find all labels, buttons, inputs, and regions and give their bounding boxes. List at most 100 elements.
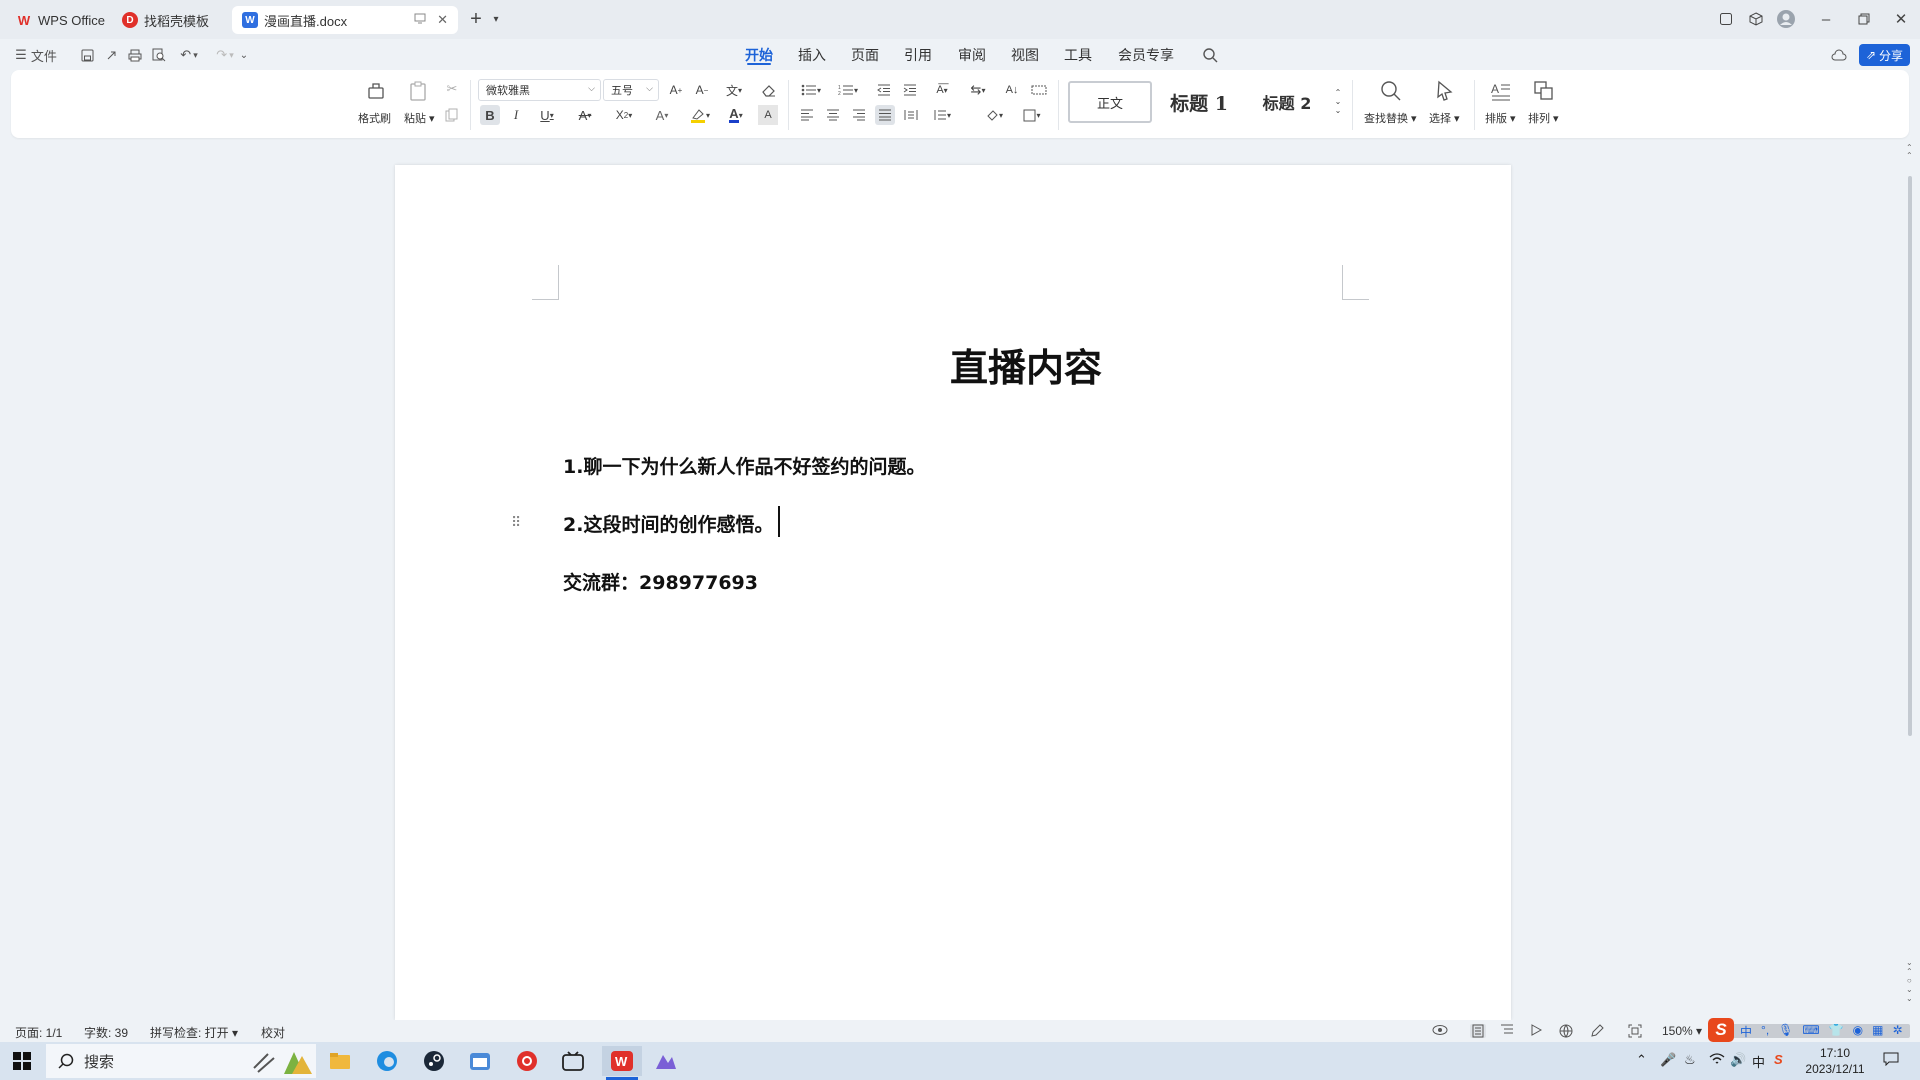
cut-icon[interactable]: ✂ xyxy=(443,80,461,98)
align-left-icon[interactable] xyxy=(797,105,817,125)
underline-button[interactable]: U ▾ xyxy=(534,105,560,125)
monitor-icon[interactable] xyxy=(414,13,426,24)
chevron-down-icon[interactable]: ▾ xyxy=(484,8,508,30)
eye-icon[interactable] xyxy=(1432,1024,1448,1036)
tab-view[interactable]: 视图 xyxy=(1011,43,1039,67)
ime-skin-icon[interactable]: 👕 xyxy=(1829,1023,1844,1039)
avatar[interactable] xyxy=(1774,8,1798,30)
ime-keyboard-icon[interactable]: ⌨ xyxy=(1802,1023,1819,1039)
borders-button[interactable]: ▾ xyxy=(1018,105,1046,125)
word-count[interactable]: 字数: 39 xyxy=(84,1024,128,1041)
tray-ime-indicator[interactable]: 中 xyxy=(1752,1052,1765,1071)
style-heading-1[interactable]: 标题 1 xyxy=(1158,81,1240,123)
select-cursor-icon[interactable] xyxy=(1432,78,1458,104)
bilibili-icon[interactable] xyxy=(557,1046,589,1076)
page-view-icon[interactable] xyxy=(1470,1024,1486,1038)
shading-button[interactable]: ▾ xyxy=(980,105,1008,125)
sort-icon[interactable]: A↓ xyxy=(1002,80,1022,100)
tray-sogou-icon[interactable]: S xyxy=(1774,1052,1783,1067)
document-page[interactable]: 直播内容 1.聊一下为什么新人作品不好签约的问题。 2.这段时间的创作感悟。 ⠿… xyxy=(395,165,1511,1020)
arrange-icon[interactable] xyxy=(1531,78,1557,104)
ime-grid-icon[interactable]: ▦ xyxy=(1872,1023,1883,1039)
scroll-nav-icons[interactable]: ⌄ ⌃ ○ ⌄ ⌄ xyxy=(1906,958,1913,1003)
scroll-up-icon[interactable]: ⌃ ⌃ xyxy=(1906,144,1913,160)
grow-font-icon[interactable]: A + xyxy=(666,80,686,100)
outline-view-icon[interactable] xyxy=(1500,1024,1514,1036)
numbered-list-button[interactable]: 1 2 ▾ xyxy=(834,80,862,100)
zoom-select[interactable]: 150% ▾ xyxy=(1662,1024,1702,1038)
document-line-3[interactable]: 交流群：298977693 xyxy=(563,568,758,595)
cloud-icon[interactable] xyxy=(1829,45,1849,65)
notification-icon[interactable] xyxy=(1883,1052,1899,1066)
minimize-icon[interactable]: – xyxy=(1814,8,1838,30)
fit-page-icon[interactable] xyxy=(1628,1024,1642,1038)
tab-member[interactable]: 会员专享 xyxy=(1118,43,1174,67)
drag-handle-icon[interactable]: ⠿ xyxy=(511,514,521,531)
steam-icon[interactable] xyxy=(418,1046,450,1076)
eraser-icon[interactable] xyxy=(758,80,778,100)
tray-flame-icon[interactable]: ♨ xyxy=(1684,1052,1696,1068)
print-icon[interactable] xyxy=(126,45,144,65)
tray-mic-icon[interactable]: 🎤 xyxy=(1660,1052,1676,1068)
line-spacing-button[interactable]: ▾ xyxy=(928,105,956,125)
bold-button[interactable]: B xyxy=(480,105,500,125)
ime-punctuation-icon[interactable]: °, xyxy=(1761,1023,1769,1039)
font-size-select[interactable]: 五号 ⌵ xyxy=(603,79,659,101)
taskbar-search-box[interactable]: 搜索 xyxy=(46,1044,316,1078)
align-center-icon[interactable] xyxy=(823,105,843,125)
find-replace-button[interactable]: 查找替换 ▾ xyxy=(1364,110,1417,126)
align-right-icon[interactable] xyxy=(849,105,869,125)
style-heading-2[interactable]: 标题 2 xyxy=(1246,81,1328,123)
character-shading-button[interactable]: A xyxy=(758,105,778,125)
quick-access-more-icon[interactable]: ⌄ xyxy=(237,45,251,65)
volume-icon[interactable]: 🔊 xyxy=(1730,1052,1746,1068)
redo-button[interactable]: ↷ ▾ xyxy=(212,45,238,65)
file-menu-button[interactable]: ☰ 文件 xyxy=(12,45,60,65)
typesetting-button[interactable]: 排版 ▾ xyxy=(1485,110,1516,126)
vertical-scrollbar[interactable]: ⌃ ⌃ ⌄ ⌃ ○ ⌄ ⌄ xyxy=(1900,140,1920,1020)
netease-music-icon[interactable] xyxy=(511,1046,543,1076)
phonetic-guide-icon[interactable]: 文 ▾ xyxy=(720,80,748,100)
calendar-app-icon[interactable] xyxy=(464,1046,496,1076)
play-icon[interactable] xyxy=(1530,1024,1542,1036)
ime-toolbar[interactable]: 中 °, 🎙 ⌨ 👕 ◉ ▦ ✲ xyxy=(1740,1023,1903,1039)
tab-references[interactable]: 引用 xyxy=(904,43,932,67)
windows-start-icon[interactable] xyxy=(6,1046,38,1076)
style-normal[interactable]: 正文 xyxy=(1068,81,1152,123)
document-title[interactable]: 直播内容 xyxy=(395,337,1511,392)
tab-wps-office[interactable]: W WPS Office xyxy=(6,6,108,34)
restore-icon[interactable] xyxy=(1852,8,1876,30)
tab-document[interactable]: W 漫画直播.docx ✕ xyxy=(232,6,458,34)
wifi-icon[interactable] xyxy=(1709,1052,1725,1066)
italic-button[interactable]: I xyxy=(506,105,526,125)
increase-indent-icon[interactable] xyxy=(900,80,920,100)
tab-docer-templates[interactable]: D 找稻壳模板 xyxy=(112,6,228,34)
tray-expand-icon[interactable]: ⌃ xyxy=(1636,1052,1647,1068)
format-painter-icon[interactable] xyxy=(363,78,389,104)
edge-browser-icon[interactable] xyxy=(371,1046,403,1076)
arrange-button[interactable]: 排列 ▾ xyxy=(1528,110,1559,126)
font-name-select[interactable]: 微软雅黑 ⌵ xyxy=(478,79,601,101)
page-indicator[interactable]: 页面: 1/1 xyxy=(15,1024,62,1041)
search-icon[interactable] xyxy=(1200,45,1220,65)
strikethrough-button[interactable]: A ▾ xyxy=(572,105,598,125)
ime-voice-icon[interactable]: 🎙 xyxy=(1778,1023,1793,1039)
document-line-1[interactable]: 1.聊一下为什么新人作品不好签约的问题。 xyxy=(563,452,925,479)
ime-settings-icon[interactable]: ✲ xyxy=(1893,1023,1903,1039)
paste-icon[interactable] xyxy=(405,78,431,104)
ime-game-icon[interactable]: ◉ xyxy=(1853,1023,1863,1039)
text-direction-button[interactable]: A͞ ▾ xyxy=(928,80,956,100)
decrease-indent-icon[interactable] xyxy=(874,80,894,100)
file-explorer-icon[interactable] xyxy=(324,1046,356,1076)
clock[interactable]: 17:10 2023/12/11 xyxy=(1800,1045,1870,1077)
find-replace-icon[interactable] xyxy=(1378,78,1404,104)
paste-button[interactable]: 粘贴 ▾ xyxy=(404,110,435,126)
distribute-icon[interactable] xyxy=(901,105,921,125)
superscript-button[interactable]: X 2 ▾ xyxy=(610,105,638,125)
drawing-app-icon[interactable] xyxy=(650,1046,682,1076)
cube-icon[interactable] xyxy=(1744,8,1768,30)
wps-taskbar-icon[interactable]: W xyxy=(602,1046,642,1076)
shrink-font-icon[interactable]: A − xyxy=(692,80,712,100)
copy-icon[interactable] xyxy=(443,106,461,124)
pen-icon[interactable] xyxy=(1590,1024,1604,1038)
